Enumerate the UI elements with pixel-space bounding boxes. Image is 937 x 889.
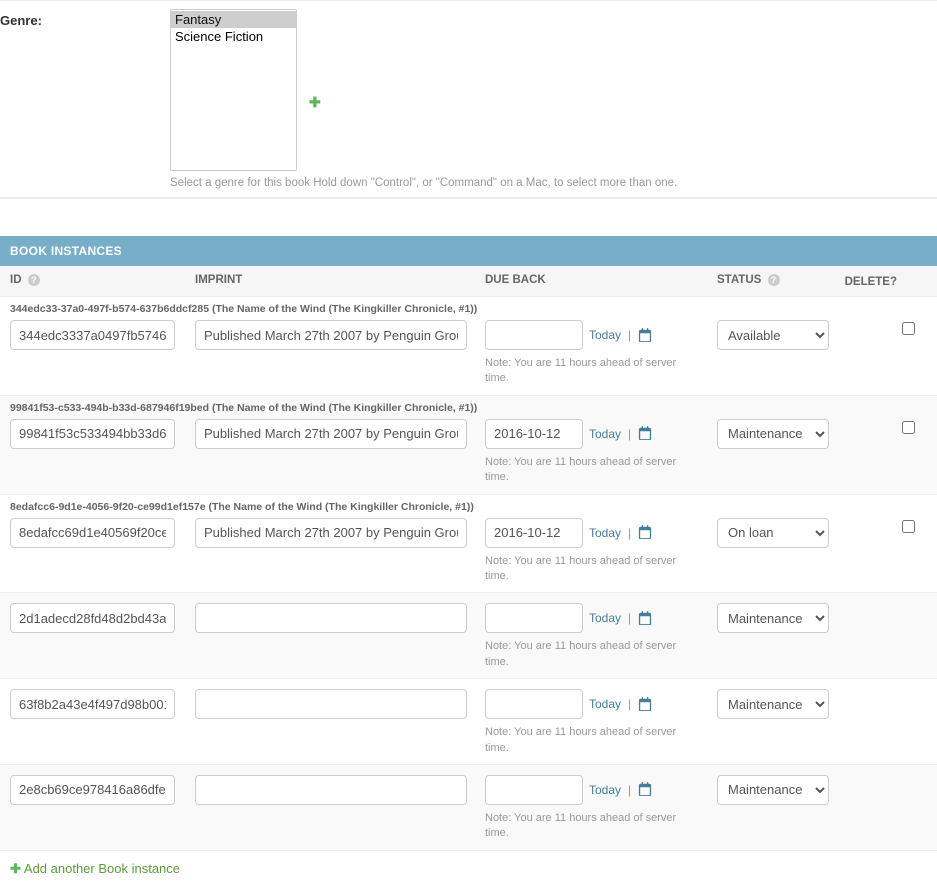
calendar-icon[interactable] [638, 328, 652, 343]
add-book-instance-label: Add another Book instance [24, 861, 180, 876]
id-input[interactable] [10, 689, 175, 719]
imprint-input[interactable] [195, 603, 467, 633]
genre-select[interactable]: FantasyScience Fiction [170, 9, 297, 171]
id-input[interactable] [10, 603, 175, 633]
inline-row: Today | Note: You are 11 hours ahead of se… [0, 679, 937, 765]
genre-label: Genre: [0, 9, 170, 189]
due-back-input[interactable] [485, 518, 583, 548]
today-link[interactable]: Today [589, 697, 621, 711]
inline-row: 8edafcc6-9d1e-4056-9f20-ce99d1ef157e (Th… [0, 495, 937, 594]
id-input[interactable] [10, 320, 175, 350]
row-original-label: 8edafcc6-9d1e-4056-9f20-ce99d1ef157e (Th… [0, 495, 937, 515]
col-header-due: DUE BACK [485, 274, 546, 286]
imprint-input[interactable] [195, 518, 467, 548]
help-icon[interactable]: ? [768, 274, 780, 286]
id-input[interactable] [10, 775, 175, 805]
due-back-input[interactable] [485, 603, 583, 633]
id-input[interactable] [10, 419, 175, 449]
calendar-icon[interactable] [638, 697, 652, 712]
status-select[interactable]: AvailableOn loanMaintenanceReserved [717, 419, 829, 449]
separator: | [628, 783, 631, 797]
imprint-input[interactable] [195, 689, 467, 719]
separator: | [628, 611, 631, 625]
col-header-imprint: IMPRINT [195, 274, 242, 286]
separator: | [628, 427, 631, 441]
delete-checkbox[interactable] [902, 520, 915, 533]
timezone-note: Note: You are 11 hours ahead of server t… [485, 725, 685, 756]
inline-row: 99841f53-c533-494b-b33d-687946f19bed (Th… [0, 396, 937, 495]
imprint-input[interactable] [195, 419, 467, 449]
add-genre-icon[interactable]: ✚ [309, 94, 321, 111]
due-back-input[interactable] [485, 320, 583, 350]
due-back-input[interactable] [485, 689, 583, 719]
due-back-input[interactable] [485, 419, 583, 449]
col-header-id: ID [10, 274, 22, 286]
today-link[interactable]: Today [589, 526, 621, 540]
calendar-icon[interactable] [638, 426, 652, 441]
row-original-label: 344edc33-37a0-497f-b574-637b6ddcf285 (Th… [0, 297, 937, 317]
help-icon[interactable]: ? [28, 274, 40, 286]
status-select[interactable]: AvailableOn loanMaintenanceReserved [717, 775, 829, 805]
timezone-note: Note: You are 11 hours ahead of server t… [485, 811, 685, 842]
status-select[interactable]: AvailableOn loanMaintenanceReserved [717, 320, 829, 350]
timezone-note: Note: You are 11 hours ahead of server t… [485, 356, 685, 387]
id-input[interactable] [10, 518, 175, 548]
row-original-label: 99841f53-c533-494b-b33d-687946f19bed (Th… [0, 396, 937, 416]
inline-row: 344edc33-37a0-497f-b574-637b6ddcf285 (Th… [0, 297, 937, 396]
inline-table-header: ID ? IMPRINT DUE BACK STATUS ? DELETE? [0, 266, 937, 297]
timezone-note: Note: You are 11 hours ahead of server t… [485, 554, 685, 585]
today-link[interactable]: Today [589, 328, 621, 342]
status-select[interactable]: AvailableOn loanMaintenanceReserved [717, 518, 829, 548]
inline-row: Today | Note: You are 11 hours ahead of se… [0, 593, 937, 679]
status-select[interactable]: AvailableOn loanMaintenanceReserved [717, 689, 829, 719]
imprint-input[interactable] [195, 320, 467, 350]
genre-help-text: Select a genre for this book Hold down "… [170, 177, 937, 189]
separator: | [628, 697, 631, 711]
delete-checkbox[interactable] [902, 322, 915, 335]
status-select[interactable]: AvailableOn loanMaintenanceReserved [717, 603, 829, 633]
timezone-note: Note: You are 11 hours ahead of server t… [485, 639, 685, 670]
today-link[interactable]: Today [589, 783, 621, 797]
calendar-icon[interactable] [638, 525, 652, 540]
due-back-input[interactable] [485, 775, 583, 805]
today-link[interactable]: Today [589, 427, 621, 441]
col-header-delete: DELETE? [845, 276, 897, 288]
calendar-icon[interactable] [638, 782, 652, 797]
add-book-instance-link[interactable]: ✚Add another Book instance [10, 861, 180, 876]
today-link[interactable]: Today [589, 611, 621, 625]
imprint-input[interactable] [195, 775, 467, 805]
book-instances-header: BOOK INSTANCES [0, 236, 937, 266]
genre-field-row: Genre: FantasyScience Fiction ✚ Select a… [0, 0, 937, 198]
separator: | [628, 328, 631, 342]
delete-checkbox[interactable] [902, 421, 915, 434]
inline-row: Today | Note: You are 11 hours ahead of se… [0, 765, 937, 851]
calendar-icon[interactable] [638, 611, 652, 626]
separator: | [628, 526, 631, 540]
timezone-note: Note: You are 11 hours ahead of server t… [485, 455, 685, 486]
col-header-status: STATUS [717, 274, 761, 286]
plus-icon: ✚ [10, 861, 21, 876]
